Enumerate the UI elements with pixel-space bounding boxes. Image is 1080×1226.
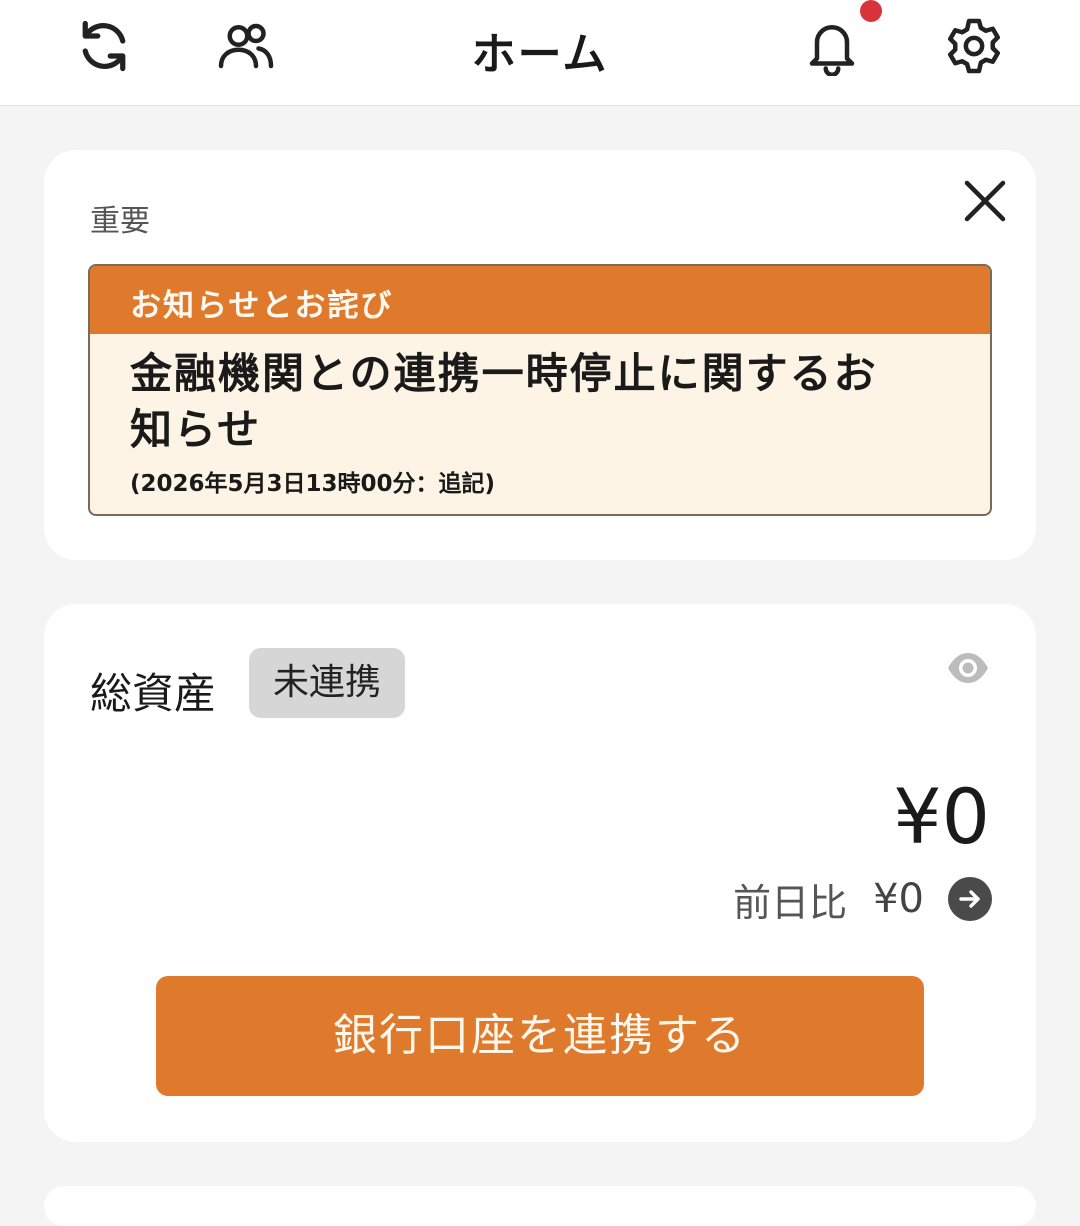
day-over-day-value: ¥0: [873, 876, 924, 922]
details-arrow-button[interactable]: [948, 877, 992, 921]
notice-title: 金融機関との連携一時停止に関するお知らせ: [130, 349, 878, 454]
notice-header: お知らせとお詫び: [90, 266, 990, 334]
eye-icon: [948, 653, 988, 683]
link-status-badge: 未連携: [249, 648, 406, 718]
total-assets-label: 総資産: [90, 669, 217, 718]
settings-button[interactable]: [942, 14, 1006, 78]
notifications-button[interactable]: [800, 14, 864, 78]
toggle-visibility-button[interactable]: [946, 650, 990, 686]
day-over-day-row: 前日比 ¥0: [733, 874, 992, 925]
bell-icon: [809, 25, 855, 76]
top-app-bar: ホーム: [0, 0, 1080, 106]
notification-badge-dot: [860, 0, 882, 22]
day-over-day-label: 前日比: [733, 880, 848, 925]
link-bank-account-button[interactable]: 銀行口座を連携する: [156, 976, 924, 1096]
arrow-right-icon: [959, 890, 980, 908]
total-assets-card: 総資産 未連携 ¥0 前日比 ¥0 銀行口座を連携する: [44, 604, 1036, 1142]
notice-body: 金融機関との連携一時停止に関するお知らせ (2026年5月3日13時00分：追記…: [90, 334, 990, 510]
close-icon: [964, 180, 1006, 222]
next-card: [44, 1186, 1036, 1226]
page-title: ホーム: [471, 29, 609, 80]
total-assets-amount: ¥0: [893, 772, 990, 861]
important-notice-card: 重要 お知らせとお詫び 金融機関との連携一時停止に関するお知らせ (2026年5…: [44, 150, 1036, 560]
close-notice-button[interactable]: [956, 172, 1014, 230]
notice-banner[interactable]: お知らせとお詫び 金融機関との連携一時停止に関するお知らせ (2026年5月3日…: [88, 264, 992, 516]
gear-icon: [948, 18, 1000, 74]
notice-date: (2026年5月3日13時00分：追記): [130, 471, 496, 497]
important-label: 重要: [90, 204, 150, 239]
